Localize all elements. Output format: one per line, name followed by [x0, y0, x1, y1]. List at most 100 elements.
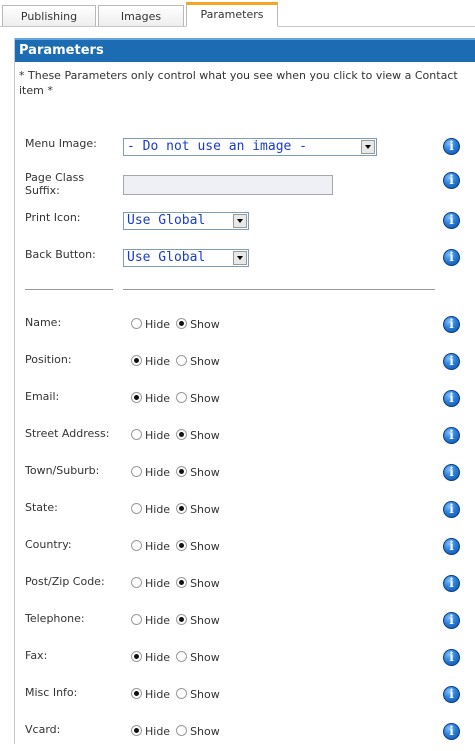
print-icon-select[interactable]: Use Global — [123, 212, 249, 230]
panel-title: Parameters — [15, 38, 475, 62]
field-label: Email: — [25, 390, 60, 403]
divider — [123, 289, 435, 290]
hide-radio[interactable] — [131, 355, 142, 366]
show-radio-label: Show — [190, 503, 220, 516]
info-icon[interactable]: i — [443, 249, 460, 266]
field-label: Telephone: — [25, 612, 85, 625]
show-radio[interactable] — [176, 355, 188, 366]
hide-show-radio-group: Hide Show — [131, 466, 226, 479]
field-row-telephone: Telephone: Hide Show i — [15, 610, 475, 640]
show-radio[interactable] — [176, 318, 188, 329]
show-radio[interactable] — [176, 577, 188, 588]
show-radio[interactable] — [176, 614, 188, 625]
tab-images[interactable]: Images — [98, 5, 184, 26]
hide-show-radio-group: Hide Show — [131, 503, 226, 516]
show-radio[interactable] — [176, 651, 188, 662]
hide-radio-label: Hide — [145, 614, 171, 627]
info-icon[interactable]: i — [443, 464, 460, 481]
back-button-label: Back Button: — [25, 248, 96, 261]
show-radio[interactable] — [176, 688, 188, 699]
page-class-suffix-input[interactable] — [123, 175, 333, 195]
hide-radio[interactable] — [131, 466, 142, 477]
show-radio[interactable] — [176, 392, 188, 403]
field-row-country: Country: Hide Show i — [15, 536, 475, 566]
hide-show-radio-group: Hide Show — [131, 355, 226, 368]
tab-parameters[interactable]: Parameters — [186, 2, 278, 27]
field-label: Street Address: — [25, 427, 110, 440]
info-icon[interactable]: i — [443, 353, 460, 370]
hide-radio-label: Hide — [145, 540, 171, 553]
field-label: Fax: — [25, 649, 48, 662]
hide-radio[interactable] — [131, 577, 142, 588]
param-row-back-button: Back Button: Use Global i — [15, 247, 475, 277]
info-icon[interactable]: i — [443, 686, 460, 703]
info-icon[interactable]: i — [443, 575, 460, 592]
divider — [25, 289, 113, 290]
field-label: Position: — [25, 353, 72, 366]
info-icon[interactable]: i — [443, 501, 460, 518]
show-radio-label: Show — [190, 577, 220, 590]
info-icon[interactable]: i — [443, 612, 460, 629]
back-button-select[interactable]: Use Global — [123, 249, 249, 267]
info-icon[interactable]: i — [443, 723, 460, 740]
hide-radio[interactable] — [131, 725, 142, 736]
info-icon[interactable]: i — [443, 212, 460, 229]
hide-radio[interactable] — [131, 392, 142, 403]
print-icon-value: Use Global — [127, 213, 206, 228]
show-radio[interactable] — [176, 503, 188, 514]
menu-image-select[interactable]: - Do not use an image - — [123, 138, 377, 156]
hide-show-radio-group: Hide Show — [131, 540, 226, 553]
info-icon[interactable]: i — [443, 172, 460, 189]
chevron-down-icon[interactable] — [233, 214, 247, 228]
hide-show-radio-group: Hide Show — [131, 651, 226, 664]
hide-radio-label: Hide — [145, 688, 171, 701]
show-radio-label: Show — [190, 466, 220, 479]
show-radio-label: Show — [190, 688, 220, 701]
info-icon[interactable]: i — [443, 390, 460, 407]
show-radio[interactable] — [176, 725, 188, 736]
chevron-down-icon[interactable] — [233, 251, 247, 265]
hide-show-radio-group: Hide Show — [131, 725, 226, 738]
info-icon[interactable]: i — [443, 427, 460, 444]
tab-publishing[interactable]: Publishing — [2, 5, 96, 26]
hide-radio[interactable] — [131, 688, 142, 699]
chevron-down-icon[interactable] — [361, 140, 375, 154]
hide-radio[interactable] — [131, 540, 142, 551]
hide-show-radio-group: Hide Show — [131, 688, 226, 701]
field-label: Misc Info: — [25, 686, 78, 699]
field-label: State: — [25, 501, 58, 514]
hide-show-radio-group: Hide Show — [131, 577, 226, 590]
field-label: Vcard: — [25, 723, 61, 736]
hide-radio[interactable] — [131, 503, 142, 514]
show-radio[interactable] — [176, 429, 188, 440]
hide-radio[interactable] — [131, 614, 142, 625]
show-radio[interactable] — [176, 540, 188, 551]
hide-radio[interactable] — [131, 651, 142, 662]
field-label: Post/Zip Code: — [25, 575, 105, 588]
print-icon-label: Print Icon: — [25, 211, 81, 224]
hide-radio-label: Hide — [145, 725, 171, 738]
menu-image-value: - Do not use an image - — [127, 139, 308, 154]
hide-radio[interactable] — [131, 429, 142, 440]
info-icon[interactable]: i — [443, 538, 460, 555]
hide-radio-label: Hide — [145, 577, 171, 590]
hide-radio[interactable] — [131, 318, 142, 329]
hide-radio-label: Hide — [145, 466, 171, 479]
show-radio[interactable] — [176, 466, 188, 477]
hide-radio-label: Hide — [145, 392, 171, 405]
field-row-post-zip-code: Post/Zip Code: Hide Show i — [15, 573, 475, 603]
menu-image-label: Menu Image: — [25, 137, 97, 150]
show-radio-label: Show — [190, 392, 220, 405]
param-row-print-icon: Print Icon: Use Global i — [15, 210, 475, 240]
info-icon[interactable]: i — [443, 649, 460, 666]
field-label: Country: — [25, 538, 72, 551]
hide-show-radio-group: Hide Show — [131, 614, 226, 627]
field-row-street-address: Street Address: Hide Show i — [15, 425, 475, 455]
show-radio-label: Show — [190, 651, 220, 664]
info-icon[interactable]: i — [443, 138, 460, 155]
back-button-value: Use Global — [127, 250, 206, 265]
info-icon[interactable]: i — [443, 316, 460, 333]
field-row-misc-info: Misc Info: Hide Show i — [15, 684, 475, 714]
field-row-vcard: Vcard: Hide Show i — [15, 721, 475, 751]
hide-radio-label: Hide — [145, 355, 171, 368]
